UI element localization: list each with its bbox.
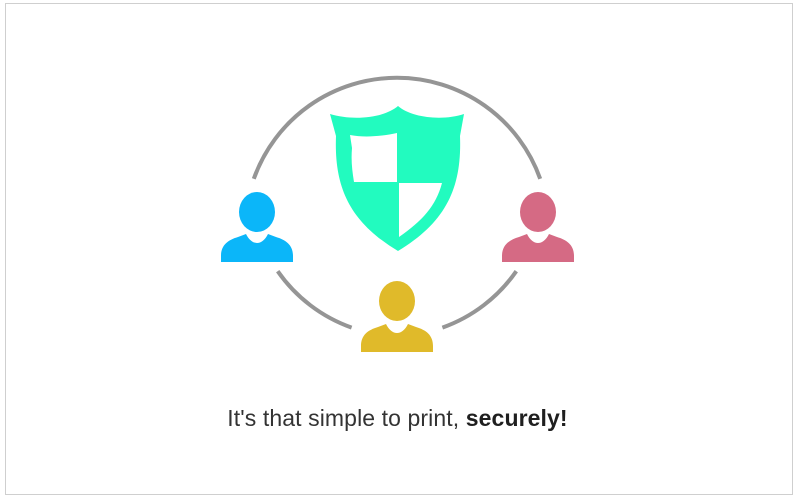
- shield-quarter-top-left: [350, 133, 397, 182]
- tagline: It's that simple to print, securely!: [0, 405, 795, 432]
- user-head: [520, 192, 556, 232]
- shield-icon: [330, 106, 464, 251]
- user-body: [221, 234, 293, 262]
- user-head: [379, 281, 415, 321]
- user-body: [502, 234, 574, 262]
- tagline-emphasis: securely!: [465, 405, 568, 431]
- ring-arc-bottom-left: [276, 270, 353, 330]
- user-icon: [361, 281, 433, 352]
- user-icon: [502, 192, 574, 262]
- tagline-text: It's that simple to print,: [227, 405, 466, 431]
- user-icon: [221, 192, 293, 262]
- user-body: [361, 324, 433, 352]
- ring-arc-bottom-right: [441, 270, 518, 330]
- user-head: [239, 192, 275, 232]
